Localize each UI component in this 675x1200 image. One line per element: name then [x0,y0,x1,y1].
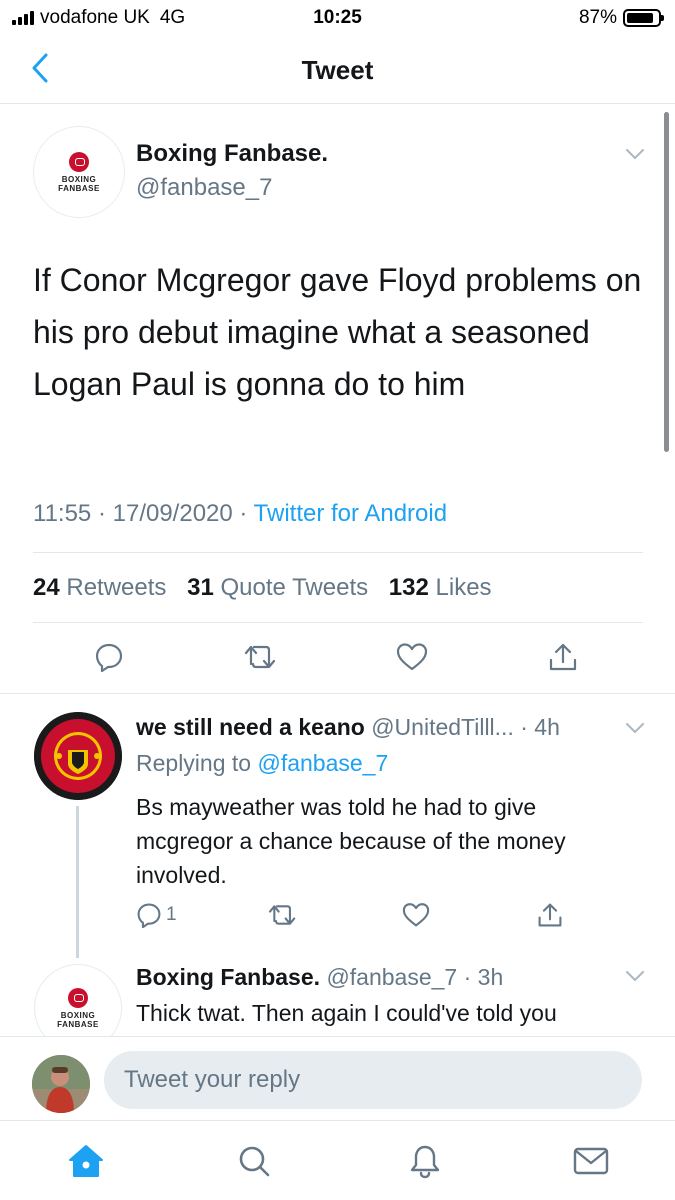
status-time: 10:25 [313,7,362,28]
reply-header: we still need a keano @UnitedTilll... · … [136,714,560,741]
retweet-icon [244,645,276,669]
reply-age: · 4h [520,714,560,740]
reply-input[interactable] [104,1051,642,1109]
reply-button[interactable] [94,642,124,672]
retweet-icon [268,905,296,925]
avatar-logo-text: FANBASE [58,183,100,193]
nav-messages[interactable] [571,1141,611,1181]
user-avatar[interactable] [32,1055,90,1113]
battery-icon [623,9,664,27]
reply-text: Bs mayweather was told he had to give mc… [136,794,566,888]
likes-stat[interactable]: 132 Likes [389,574,492,601]
quote-tweets-label: Quote Tweets [220,574,369,601]
retweet-button[interactable] [244,642,278,672]
header: Tweet [0,36,675,104]
reply-author-avatar[interactable] [34,712,122,800]
replying-to-label: Replying to [136,750,252,776]
tweet-time: 11:55 [33,500,92,527]
author-avatar[interactable]: BOXING FANBASE [33,126,125,218]
chevron-down-icon[interactable] [625,970,645,982]
tweet-stats: 24 Retweets 31 Quote Tweets 132 Likes [33,574,492,602]
user-photo-icon [32,1055,90,1113]
share-icon [549,643,577,671]
avatar-logo-text: FANBASE [57,1019,99,1029]
manchester-united-crest-icon [34,712,122,800]
boxing-glove-icon [69,151,89,172]
mail-icon [573,1147,609,1175]
divider [33,552,643,553]
likes-label: Likes [435,574,492,601]
author-handle[interactable]: @fanbase_7 [136,174,272,202]
quote-tweets-stat[interactable]: 31 Quote Tweets [187,574,368,601]
avatar-logo-text: BOXING [61,174,97,184]
home-icon [69,1145,103,1177]
replying-to-handle[interactable]: @fanbase_7 [257,750,388,776]
share-button[interactable] [537,902,563,928]
reply-icon [95,643,123,672]
share-button[interactable] [548,642,578,672]
nav-search[interactable] [234,1141,274,1181]
tweet-text: If Conor Mcgregor gave Floyd problems on… [33,262,642,402]
nav-home[interactable] [66,1141,106,1181]
reply-icon [137,903,161,928]
author-name[interactable]: Boxing Fanbase. [136,140,328,168]
page-title: Tweet [301,55,374,85]
battery-fill [627,13,654,23]
reply-action-row: 1 [0,902,675,942]
heart-icon [396,643,428,671]
chevron-down-icon[interactable] [625,148,645,160]
retweets-label: Retweets [66,574,167,601]
retweets-count: 24 [33,574,60,601]
reply-age: · 3h [463,964,504,990]
divider [0,693,675,694]
heart-icon [402,903,430,927]
reply-text: Thick twat. Then again I could've told y… [136,1000,557,1026]
chevron-down-icon[interactable] [625,722,645,734]
meta-separator: · [239,500,248,527]
reply-author-handle[interactable]: @fanbase_7 [326,964,457,990]
reply-count: 1 [166,904,177,925]
reply-author-name[interactable]: we still need a keano [136,714,365,740]
status-right: 87% [578,7,664,29]
like-button[interactable] [396,642,428,672]
boxing-glove-icon [68,987,88,1008]
main-action-row [0,642,675,682]
bottom-nav [0,1120,675,1200]
tweet-date: 17/09/2020 [112,500,233,527]
reply-button[interactable]: 1 [136,902,177,928]
bell-icon [410,1145,440,1179]
scrollbar[interactable] [664,112,669,452]
battery-percent: 87% [578,7,617,28]
replying-to: Replying to @fanbase_7 [136,750,388,777]
search-icon [239,1146,270,1177]
reply-author-name[interactable]: Boxing Fanbase. [136,964,320,990]
retweet-button[interactable] [268,902,298,928]
reply-author-handle[interactable]: @UnitedTilll... [371,714,514,740]
reply-compose-bar [0,1036,675,1120]
share-icon [538,903,562,927]
tweet-meta: 11:55 · 17/09/2020 · Twitter for Android [33,500,447,528]
like-button[interactable] [402,902,430,928]
status-bar: vodafone UK 4G 10:25 87% [0,0,675,36]
tweet-source-link[interactable]: Twitter for Android [254,500,447,527]
retweets-stat[interactable]: 24 Retweets [33,574,166,601]
likes-count: 132 [388,574,429,601]
divider [33,622,643,623]
nav-notifications[interactable] [405,1141,445,1181]
avatar-logo-text: BOXING [60,1010,96,1020]
quote-tweets-count: 31 [187,574,214,601]
reply-header: Boxing Fanbase. @fanbase_7 · 3h [136,964,503,991]
meta-separator: · [97,500,106,527]
